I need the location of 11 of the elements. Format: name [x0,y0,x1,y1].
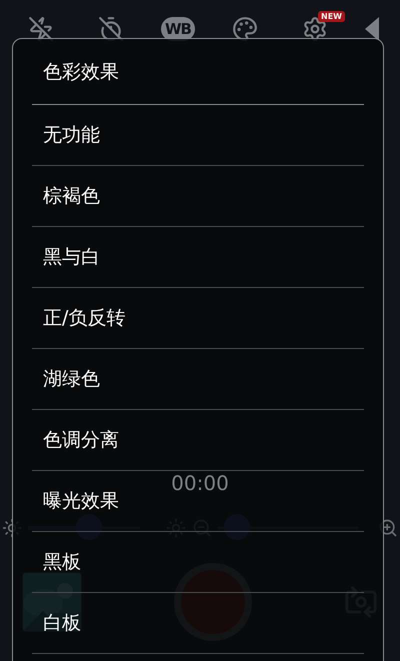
recording-timer: 00:00 [171,471,229,495]
effect-option[interactable]: 色调分离 [32,410,364,471]
effect-option[interactable]: 白板 [32,593,364,654]
effect-option[interactable]: 无功能 [32,105,364,166]
effect-option[interactable]: 黑与白 [32,227,364,288]
effect-option[interactable]: 正/负反转 [32,288,364,349]
effect-option[interactable]: 棕褐色 [32,166,364,227]
effect-option[interactable]: 黑板 [32,532,364,593]
new-badge: NEW [318,11,345,22]
effect-option[interactable]: 湖绿色 [32,349,364,410]
dialog-title: 色彩效果 [32,39,364,105]
